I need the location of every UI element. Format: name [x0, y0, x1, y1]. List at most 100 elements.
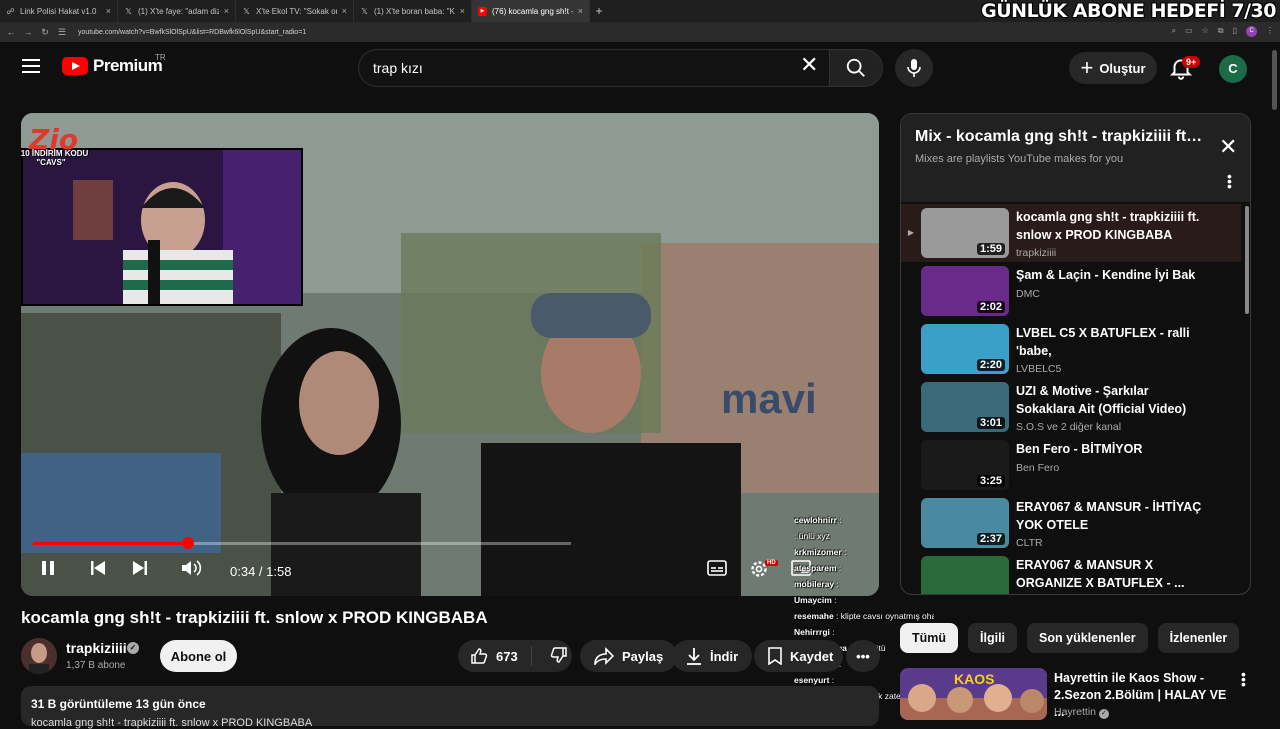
stream-overlay-goal: GÜNLÜK ABONE HEDEFİ 7/30 — [981, 0, 1276, 22]
browser-tab[interactable]: 𝕏 (1) X'te faye: "adam dizilerde d... × — [118, 0, 236, 22]
mix-list-item[interactable]: 2:02 Şam & Laçin - Kendine İyi Bak DMC — [901, 262, 1241, 320]
filter-chip[interactable]: Son yüklenenler — [1027, 623, 1148, 653]
mix-list-item[interactable]: 2:20 LVBEL C5 X BATUFLEX - ralli 'babe, LV… — [901, 320, 1241, 378]
search-button[interactable] — [829, 49, 883, 87]
next-icon[interactable] — [131, 559, 149, 577]
channel-avatar[interactable] — [21, 638, 57, 674]
channel-name[interactable]: trapkiziiii — [66, 640, 127, 656]
search-input[interactable]: trap kızı — [358, 49, 834, 87]
subtitles-icon[interactable] — [707, 559, 727, 577]
create-button[interactable]: + Oluştur — [1069, 52, 1157, 84]
recommended-video[interactable]: KAOS Hayrettin ile Kaos Show - 2.Sezon 2… — [900, 667, 1250, 720]
filter-chip[interactable]: İzlenenler — [1157, 623, 1240, 653]
close-tab-icon[interactable]: × — [106, 6, 111, 16]
mix-list-item[interactable]: ERAY067 & MANSUR X ORGANIZE X BATUFLEX -… — [901, 552, 1241, 594]
search-icon — [846, 58, 865, 77]
new-tab-icon[interactable]: + — [590, 4, 608, 18]
cast-icon[interactable]: ▭ — [1185, 26, 1193, 37]
page-scrollbar[interactable] — [1272, 50, 1277, 110]
mix-item-thumbnail[interactable]: 2:20 — [921, 324, 1009, 374]
wall-text: mavi — [721, 375, 817, 422]
mix-item-thumbnail[interactable]: 3:25 — [921, 440, 1009, 490]
address-bar-icons: ⌕ ▭ ☆ ⧉ ▯ C ⋮ — [1172, 26, 1274, 37]
zoom-icon[interactable]: ⌕ — [1172, 26, 1176, 37]
chat-username: krkmizomer — [794, 547, 842, 557]
video-player[interactable]: mavi Zio %10 İNDİRİM KODU "CAVS" 0:34 / … — [21, 113, 879, 596]
mix-scrollbar[interactable] — [1245, 206, 1249, 314]
volume-icon[interactable] — [181, 559, 203, 577]
mix-item-text: Ben Fero - BİTMİYOR Ben Fero — [1016, 436, 1211, 474]
site-info-icon[interactable]: ☰ — [56, 27, 68, 38]
link-icon: ☍ — [6, 6, 15, 16]
sidebar-icon[interactable]: ▯ — [1233, 26, 1237, 37]
voice-search-button[interactable] — [895, 49, 933, 87]
close-tab-icon[interactable]: × — [460, 6, 465, 16]
mix-item-thumbnail[interactable]: 3:01 — [921, 382, 1009, 432]
clear-search-icon[interactable]: ✕ — [800, 52, 818, 78]
description-box[interactable]: 31 B görüntüleme 13 gün önce kocamla gng… — [21, 686, 879, 729]
reload-icon[interactable]: ↻ — [39, 27, 51, 38]
browser-tab[interactable]: 𝕏 (1) X'te boran baba: "Kadın taki... × — [354, 0, 472, 22]
x-icon: 𝕏 — [361, 6, 368, 16]
menu-icon[interactable] — [22, 59, 40, 73]
recommended-video-channel[interactable]: Hayrettin ✓ — [1054, 706, 1109, 719]
bookmark-star-icon[interactable]: ☆ — [1202, 26, 1209, 37]
share-button[interactable]: Paylaş — [580, 640, 678, 672]
description-text: kocamla gng sh!t - trapkiziiii ft. snlow… — [31, 717, 313, 729]
mix-item-thumbnail[interactable] — [921, 556, 1009, 594]
duration-badge: 1:59 — [976, 243, 1005, 255]
more-vertical-icon[interactable]: • • • — [1227, 169, 1232, 193]
chat-username: Nehirrrgi — [794, 627, 830, 637]
youtube-premium-logo[interactable]: Premium — [62, 56, 163, 76]
filter-chip[interactable]: İlgili — [968, 623, 1018, 653]
mix-list-item[interactable]: 3:01 UZI & Motive - Şarkılar Sokaklara Ai… — [901, 378, 1241, 436]
close-tab-icon[interactable]: × — [342, 6, 347, 16]
mix-title[interactable]: Mix - kocamla gng sh!t - trapkiziiii ft.… — [915, 128, 1205, 146]
forward-icon[interactable]: → — [22, 27, 34, 37]
save-button[interactable]: Kaydet — [754, 640, 844, 672]
browser-profile-avatar[interactable]: C — [1246, 26, 1257, 37]
duration-badge: 2:02 — [976, 301, 1005, 313]
chat-separator: : — [829, 675, 835, 685]
more-actions-button[interactable]: ••• — [846, 640, 880, 672]
pause-icon[interactable] — [39, 559, 57, 577]
filter-chip[interactable]: Tümü — [900, 623, 959, 653]
previous-icon[interactable] — [89, 559, 107, 577]
tab-title: Link Polisi Hakat v1.0 — [20, 6, 97, 16]
mix-item-title: ERAY067 & MANSUR X ORGANIZE X BATUFLEX -… — [1016, 558, 1185, 590]
browser-menu-icon[interactable]: ⋮ — [1266, 26, 1274, 37]
progress-scrubber[interactable] — [181, 537, 194, 549]
close-tab-icon[interactable]: × — [224, 6, 229, 16]
chat-separator: : — [836, 515, 842, 525]
browser-tab[interactable]: ▶ (76) kocamla gng sh!t - trap... × — [472, 0, 590, 22]
mix-list-item[interactable]: 3:25 Ben Fero - BİTMİYOR Ben Fero — [901, 436, 1241, 494]
browser-tab[interactable]: 𝕏 X'te Ekol TV: "Sokak ortasında ... × — [236, 0, 354, 22]
drag-handle — [901, 436, 921, 460]
account-avatar[interactable]: C — [1219, 55, 1247, 83]
address-bar: ← → ↻ ☰ youtube.com/watch?v=BwfkSlOlSpU&… — [0, 22, 1280, 42]
download-button[interactable]: İndir — [672, 640, 753, 672]
close-icon[interactable]: ✕ — [1219, 134, 1237, 160]
recommended-video-thumbnail[interactable]: KAOS — [900, 668, 1047, 720]
logo-region-code: TR — [155, 53, 166, 62]
url-field[interactable]: youtube.com/watch?v=BwfkSlOlSpU&list=RDB… — [78, 29, 306, 36]
subscribe-button[interactable]: Abone ol — [160, 640, 237, 672]
progress-bar[interactable] — [33, 537, 571, 549]
mix-list-item[interactable]: 2:37 ERAY067 & MANSUR - İHTİYAÇ YOK OTELE… — [901, 494, 1241, 552]
close-tab-icon[interactable]: × — [578, 6, 583, 16]
browser-tab[interactable]: ☍ Link Polisi Hakat v1.0 × — [0, 0, 118, 22]
more-vertical-icon[interactable]: • • • — [1241, 667, 1246, 691]
mix-item-thumbnail[interactable]: 2:02 — [921, 266, 1009, 316]
youtube-icon: ▶ — [478, 6, 487, 16]
mix-item-thumbnail[interactable]: 2:37 — [921, 498, 1009, 548]
extensions-icon[interactable]: ⧉ — [1218, 26, 1224, 37]
dislike-button[interactable] — [540, 646, 568, 667]
thumbs-down-icon — [550, 646, 567, 663]
mix-item-thumbnail[interactable]: 1:59 — [921, 208, 1009, 258]
logo-text: Premium — [93, 56, 163, 75]
like-dislike-group: 673 — [458, 640, 572, 672]
streamer-webcam — [21, 148, 303, 306]
back-icon[interactable]: ← — [5, 27, 17, 37]
mix-list-item[interactable]: ▶ 1:59 kocamla gng sh!t - trapkiziiii ft. … — [901, 204, 1241, 262]
like-button[interactable]: 673 — [458, 646, 532, 666]
